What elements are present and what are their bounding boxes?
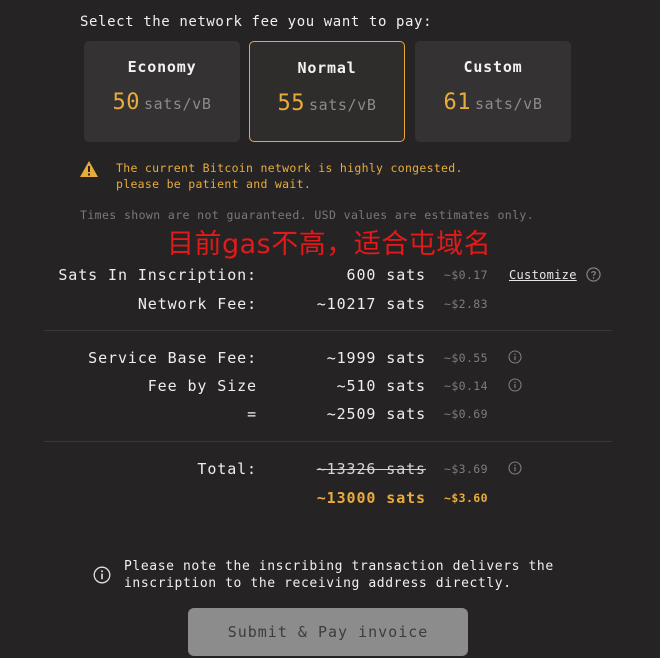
total-label: Total: xyxy=(197,460,257,478)
network-fee-label: Network Fee: xyxy=(137,295,257,313)
info-icon[interactable] xyxy=(508,461,522,475)
fee-rate-unit: sats/vB xyxy=(144,95,212,113)
inscription-value: 600 sats xyxy=(346,266,426,284)
divider xyxy=(44,330,612,331)
info-icon[interactable] xyxy=(508,378,522,392)
subtotal-usd: ~$0.69 xyxy=(444,407,488,421)
total-value: ~13000 sats xyxy=(316,489,426,507)
network-fee-usd: ~$2.83 xyxy=(444,297,488,311)
note-line-1: Please note the inscribing transaction d… xyxy=(124,559,554,574)
fee-option-rate: 61 sats/vB xyxy=(415,90,571,115)
inscription-label: Sats In Inscription: xyxy=(58,266,257,284)
fee-by-size-label: Fee by Size xyxy=(147,377,257,395)
estimate-disclaimer: Times shown are not guaranteed. USD valu… xyxy=(80,208,535,222)
network-fee-value: ~10217 sats xyxy=(316,295,426,313)
fee-option-normal[interactable]: Normal 55 sats/vB xyxy=(249,41,405,142)
overlay-annotation: 目前gas不高，适合屯域名 xyxy=(167,229,492,260)
warning-line-1: The current Bitcoin network is highly co… xyxy=(116,161,463,175)
total-old-usd: ~$3.69 xyxy=(444,462,488,476)
service-base-fee-label: Service Base Fee: xyxy=(88,349,257,367)
warning-icon xyxy=(80,161,98,177)
divider xyxy=(44,441,612,442)
fee-option-economy[interactable]: Economy 50 sats/vB xyxy=(84,41,240,142)
fee-rate-value: 55 xyxy=(277,91,306,116)
inscription-usd: ~$0.17 xyxy=(444,268,488,282)
fee-rate-value: 50 xyxy=(112,90,141,115)
subtotal-label: = xyxy=(247,405,257,423)
total-old-value: ~13326 sats xyxy=(316,460,426,478)
help-icon[interactable] xyxy=(586,267,601,282)
fee-rate-unit: sats/vB xyxy=(475,95,543,113)
note-line-2: inscription to the receiving address dir… xyxy=(124,576,512,591)
subtotal-value: ~2509 sats xyxy=(326,405,426,423)
congestion-warning: The current Bitcoin network is highly co… xyxy=(116,160,463,192)
warning-line-2: please be patient and wait. xyxy=(116,177,312,191)
info-icon xyxy=(93,566,111,584)
fee-option-name: Custom xyxy=(463,58,523,76)
fee-option-custom[interactable]: Custom 61 sats/vB xyxy=(415,41,571,142)
service-base-fee-usd: ~$0.55 xyxy=(444,351,488,365)
fee-by-size-usd: ~$0.14 xyxy=(444,379,488,393)
info-icon[interactable] xyxy=(508,350,522,364)
delivery-note: Please note the inscribing transaction d… xyxy=(124,558,554,592)
service-base-fee-value: ~1999 sats xyxy=(326,349,426,367)
fee-rate-value: 61 xyxy=(443,90,472,115)
fee-rate-unit: sats/vB xyxy=(309,96,377,114)
fee-heading: Select the network fee you want to pay: xyxy=(80,14,433,30)
submit-pay-invoice-button[interactable]: Submit & Pay invoice xyxy=(188,608,468,656)
fee-option-rate: 50 sats/vB xyxy=(84,90,240,115)
total-usd: ~$3.60 xyxy=(444,491,488,505)
customize-link[interactable]: Customize xyxy=(509,268,577,282)
fee-by-size-value: ~510 sats xyxy=(336,377,426,395)
fee-option-name: Normal xyxy=(297,59,357,77)
fee-option-name: Economy xyxy=(127,58,197,76)
fee-option-rate: 55 sats/vB xyxy=(250,91,404,116)
